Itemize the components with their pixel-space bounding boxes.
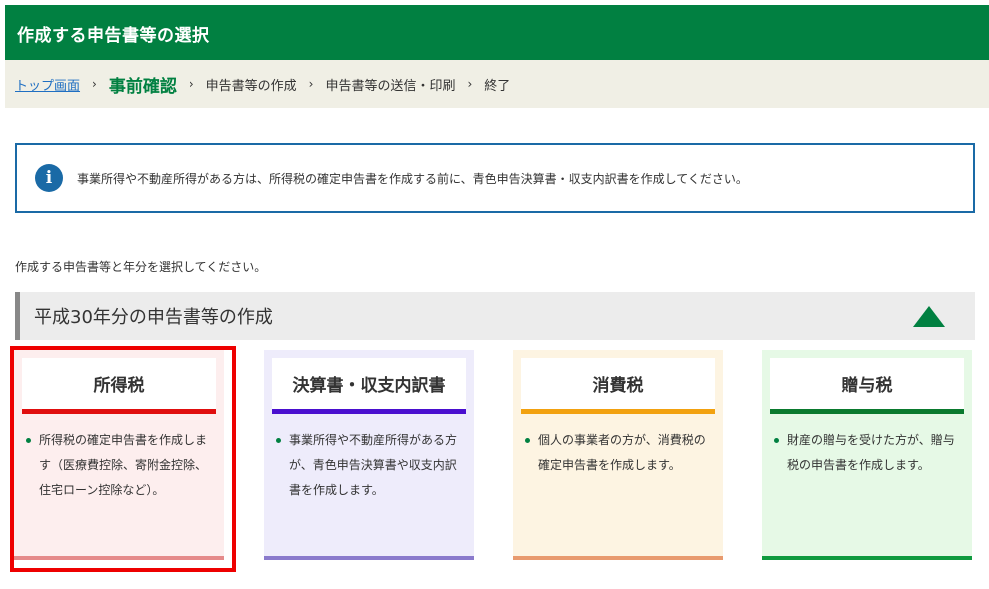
bullet-icon <box>276 438 281 443</box>
breadcrumb: トップ画面 › 事前確認 › 申告書等の作成 › 申告書等の送信・印刷 › 終了 <box>5 60 989 108</box>
card-bottom-border <box>264 556 474 560</box>
card-financial-statements[interactable]: 決算書・収支内訳書 事業所得や不動産所得がある方が、青色申告決算書や収支内訳書を… <box>264 350 474 560</box>
notice-text: 事業所得や不動産所得がある方は、所得税の確定申告書を作成する前に、青色申告決算書… <box>77 171 748 186</box>
breadcrumb-current-step: 事前確認 <box>108 76 177 97</box>
card-title: 消費税 <box>521 358 715 414</box>
card-consumption-tax[interactable]: 消費税 個人の事業者の方が、消費税の確定申告書を作成します。 <box>513 350 723 560</box>
card-income-tax[interactable]: 所得税 所得税の確定申告書を作成します（医療費控除、寄附金控除、住宅ローン控除な… <box>14 350 224 560</box>
breadcrumb-top-link[interactable]: トップ画面 <box>15 75 80 94</box>
card-title: 決算書・収支内訳書 <box>272 358 466 414</box>
card-description-text: 財産の贈与を受けた方が、贈与税の申告書を作成します。 <box>787 433 955 472</box>
card-title: 贈与税 <box>770 358 964 414</box>
card-title: 所得税 <box>22 358 216 414</box>
breadcrumb-step-create: 申告書等の作成 <box>205 78 297 94</box>
notice-box: i 事業所得や不動産所得がある方は、所得税の確定申告書を作成する前に、青色申告決… <box>15 143 975 213</box>
bullet-icon <box>774 438 779 443</box>
card-bottom-border <box>513 556 723 560</box>
card-description: 財産の贈与を受けた方が、贈与税の申告書を作成します。 <box>772 428 962 478</box>
breadcrumb-step-send-print: 申告書等の送信・印刷 <box>325 78 456 94</box>
card-description-text: 所得税の確定申告書を作成します（医療費控除、寄附金控除、住宅ローン控除など）。 <box>39 433 208 497</box>
card-bottom-border <box>762 556 972 560</box>
bullet-icon <box>26 438 31 443</box>
breadcrumb-step-finish: 終了 <box>484 78 511 94</box>
instruction-text: 作成する申告書等と年分を選択してください。 <box>15 260 267 274</box>
page-title: 作成する申告書等の選択 <box>17 26 210 46</box>
breadcrumb-separator: › <box>188 77 194 91</box>
card-description: 個人の事業者の方が、消費税の確定申告書を作成します。 <box>523 428 713 478</box>
card-description-text: 個人の事業者の方が、消費税の確定申告書を作成します。 <box>538 433 706 472</box>
breadcrumb-separator: › <box>92 77 97 91</box>
page-header: 作成する申告書等の選択 <box>5 5 989 60</box>
info-icon: i <box>35 164 63 192</box>
breadcrumb-separator: › <box>467 77 473 91</box>
card-description-text: 事業所得や不動産所得がある方が、青色申告決算書や収支内訳書を作成します。 <box>289 433 458 497</box>
card-description: 事業所得や不動産所得がある方が、青色申告決算書や収支内訳書を作成します。 <box>274 428 464 503</box>
card-description: 所得税の確定申告書を作成します（医療費控除、寄附金控除、住宅ローン控除など）。 <box>24 428 214 503</box>
section-header[interactable]: 平成30年分の申告書等の作成 <box>15 292 975 340</box>
card-bottom-border <box>14 556 224 560</box>
bullet-icon <box>525 438 530 443</box>
section-title: 平成30年分の申告書等の作成 <box>34 307 273 328</box>
collapse-triangle-icon[interactable] <box>913 306 945 327</box>
card-gift-tax[interactable]: 贈与税 財産の贈与を受けた方が、贈与税の申告書を作成します。 <box>762 350 972 560</box>
breadcrumb-separator: › <box>308 77 314 91</box>
